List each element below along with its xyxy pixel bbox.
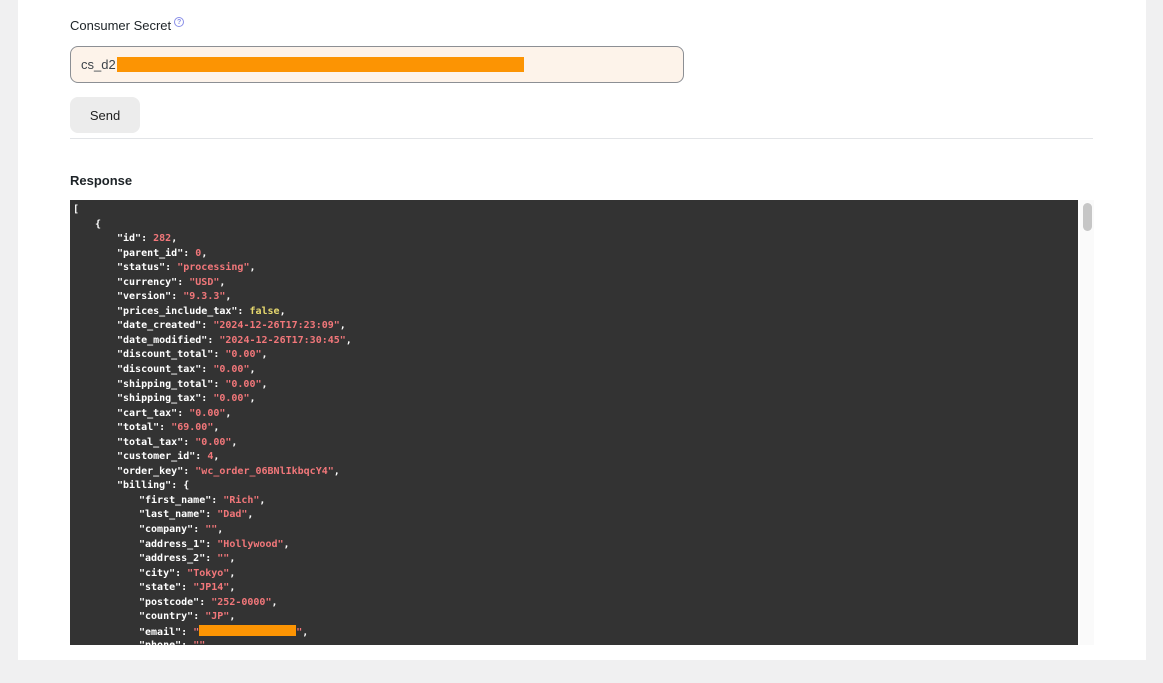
code-line: "prices_include_tax": false, xyxy=(73,305,1078,320)
consumer-secret-label: Consumer Secret? xyxy=(70,17,184,33)
code-line: "parent_id": 0, xyxy=(73,247,1078,262)
code-line: "billing": { xyxy=(73,479,1078,494)
consumer-secret-input[interactable]: cs_d2 xyxy=(70,46,684,83)
code-line: { xyxy=(73,218,1078,233)
redacted-email-bar xyxy=(199,625,296,636)
page-background: { "form": { "consumer_secret_label": "Co… xyxy=(0,0,1163,683)
code-line: "last_name": "Dad", xyxy=(73,508,1078,523)
code-line: "first_name": "Rich", xyxy=(73,494,1078,509)
code-line: "discount_tax": "0.00", xyxy=(73,363,1078,378)
code-line: "state": "JP14", xyxy=(73,581,1078,596)
response-heading: Response xyxy=(70,173,132,188)
code-line: "discount_total": "0.00", xyxy=(73,348,1078,363)
response-scrollbar-thumb[interactable] xyxy=(1083,203,1092,231)
code-line: "address_2": "", xyxy=(73,552,1078,567)
response-scrollbar-track[interactable] xyxy=(1080,200,1094,645)
code-line: "company": "", xyxy=(73,523,1078,538)
code-line: "date_modified": "2024-12-26T17:30:45", xyxy=(73,334,1078,349)
section-divider xyxy=(70,138,1093,139)
code-line: "phone": "", xyxy=(73,639,1078,645)
code-line: "status": "processing", xyxy=(73,261,1078,276)
code-line: "total": "69.00", xyxy=(73,421,1078,436)
code-line: "cart_tax": "0.00", xyxy=(73,407,1078,422)
code-line: "id": 282, xyxy=(73,232,1078,247)
code-line: "country": "JP", xyxy=(73,610,1078,625)
code-line: "customer_id": 4, xyxy=(73,450,1078,465)
code-line: "shipping_total": "0.00", xyxy=(73,378,1078,393)
consumer-secret-label-text: Consumer Secret xyxy=(70,18,171,33)
code-line: "total_tax": "0.00", xyxy=(73,436,1078,451)
redacted-secret-bar xyxy=(117,57,524,72)
code-line: "shipping_tax": "0.00", xyxy=(73,392,1078,407)
code-line: "date_created": "2024-12-26T17:23:09", xyxy=(73,319,1078,334)
code-line: "email": "", xyxy=(73,625,1078,640)
code-line: "postcode": "252-0000", xyxy=(73,596,1078,611)
help-info-icon[interactable]: ? xyxy=(174,17,184,27)
response-code[interactable]: [{"id": 282,"parent_id": 0,"status": "pr… xyxy=(70,200,1078,645)
code-line: "version": "9.3.3", xyxy=(73,290,1078,305)
code-line: [ xyxy=(73,203,1078,218)
send-button[interactable]: Send xyxy=(70,97,140,133)
content-card: Consumer Secret? cs_d2 Send Response [{"… xyxy=(18,0,1146,660)
code-line: "address_1": "Hollywood", xyxy=(73,538,1078,553)
code-line: "currency": "USD", xyxy=(73,276,1078,291)
code-line: "order_key": "wc_order_06BNlIkbqcY4", xyxy=(73,465,1078,480)
consumer-secret-value-prefix: cs_d2 xyxy=(81,57,116,72)
code-line: "city": "Tokyo", xyxy=(73,567,1078,582)
